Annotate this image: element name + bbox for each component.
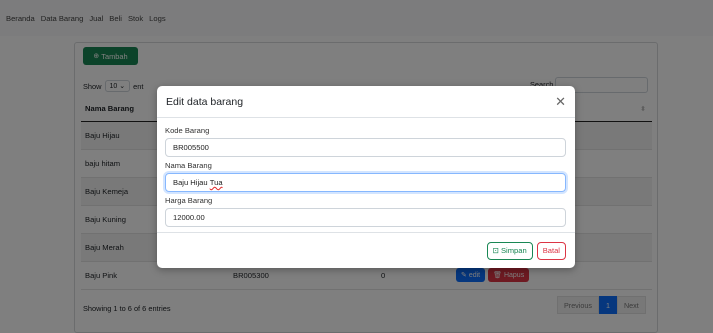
modal-title: Edit data barang — [166, 95, 244, 108]
simpan-button[interactable]: ⊡ Simpan — [486, 241, 533, 260]
kode-barang-input[interactable]: BR005500 — [165, 138, 566, 157]
close-icon[interactable]: ✕ — [555, 95, 566, 108]
harga-barang-label: Harga Barang — [165, 196, 213, 205]
spellcheck-word: Tua — [209, 178, 223, 187]
nama-barang-label: Nama Barang — [165, 161, 212, 170]
modal-body: Kode Barang BR005500 Nama Barang Baju Hi… — [157, 118, 575, 227]
modal-header: Edit data barang ✕ — [157, 86, 575, 118]
harga-barang-input[interactable]: 12000.00 — [165, 208, 566, 227]
nama-barang-input[interactable]: Baju Hijau Tua — [165, 173, 566, 192]
batal-button[interactable]: Batal — [536, 241, 566, 260]
save-icon: ⊡ — [492, 246, 499, 255]
edit-modal: Edit data barang ✕ Kode Barang BR005500 … — [157, 86, 575, 268]
modal-footer: ⊡ Simpan Batal — [157, 232, 575, 268]
kode-barang-label: Kode Barang — [165, 126, 210, 135]
